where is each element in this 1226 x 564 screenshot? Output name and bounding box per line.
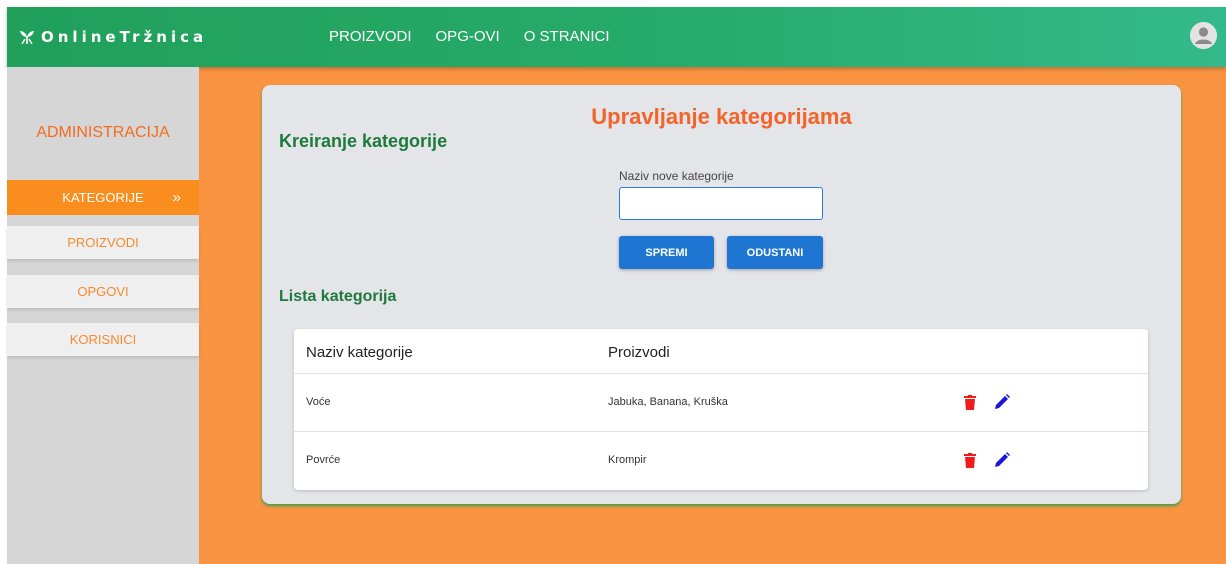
- column-header-name: Naziv kategorije: [306, 344, 413, 361]
- category-name-cell: Voće: [306, 396, 331, 408]
- user-avatar-icon: [1190, 22, 1217, 49]
- nav-item-proizvodi[interactable]: PROIZVODI: [329, 27, 412, 47]
- nav-item-o-stranici[interactable]: O STRANICI: [524, 27, 610, 47]
- chevron-double-right-icon: »: [172, 189, 181, 206]
- app-root: OnlineTržnica PROIZVODI OPG-OVI O STRANI…: [7, 7, 1226, 564]
- sidebar-item-label: OPGOVI: [77, 284, 129, 299]
- trash-icon[interactable]: [960, 392, 980, 412]
- list-section-title: Lista kategorija: [279, 288, 397, 305]
- nav-item-opg-ovi[interactable]: OPG-OVI: [436, 27, 500, 47]
- sidebar-item-label: KATEGORIJE: [62, 190, 144, 205]
- column-header-products: Proizvodi: [608, 344, 670, 361]
- category-name-input[interactable]: [619, 187, 823, 220]
- sidebar: ADMINISTRACIJA KATEGORIJE » PROIZVODI OP…: [7, 67, 199, 564]
- user-avatar[interactable]: [1190, 22, 1217, 49]
- sidebar-title: ADMINISTRACIJA: [36, 124, 170, 141]
- cancel-button[interactable]: ODUSTANI: [727, 236, 823, 269]
- sidebar-item-label: PROIZVODI: [67, 235, 139, 250]
- category-products-cell: Krompir: [608, 454, 647, 466]
- trash-icon[interactable]: [960, 450, 980, 470]
- category-name-cell: Povrće: [306, 454, 341, 466]
- table-header: Naziv kategorije Proizvodi: [294, 329, 1148, 374]
- sidebar-item-proizvodi[interactable]: PROIZVODI: [7, 226, 199, 259]
- sidebar-item-korisnici[interactable]: KORISNICI: [7, 323, 199, 356]
- category-table: Naziv kategorije Proizvodi Voće Jabuka, …: [294, 329, 1148, 490]
- save-button[interactable]: SPREMI: [619, 236, 714, 269]
- sprout-icon: [20, 31, 34, 44]
- category-management-card: Upravljanje kategorijama Kreiranje kateg…: [262, 85, 1181, 504]
- brand-logo[interactable]: OnlineTržnica: [19, 27, 207, 47]
- page-title: Upravljanje kategorijama: [591, 104, 852, 129]
- brand-name: OnlineTržnica: [41, 28, 208, 46]
- top-bar: OnlineTržnica PROIZVODI OPG-OVI O STRANI…: [7, 7, 1226, 67]
- table-row: Povrće Krompir: [294, 432, 1148, 490]
- category-name-label: Naziv nove kategorije: [619, 169, 734, 183]
- sidebar-item-kategorije[interactable]: KATEGORIJE »: [7, 180, 199, 215]
- pencil-icon[interactable]: [992, 450, 1012, 470]
- pencil-icon[interactable]: [992, 392, 1012, 412]
- create-section-title: Kreiranje kategorije: [279, 131, 448, 151]
- sidebar-item-label: KORISNICI: [69, 332, 137, 347]
- table-row: Voće Jabuka, Banana, Kruška: [294, 374, 1148, 432]
- category-products-cell: Jabuka, Banana, Kruška: [608, 396, 728, 408]
- main-nav: PROIZVODI OPG-OVI O STRANICI: [329, 27, 610, 47]
- sidebar-item-opgovi[interactable]: OPGOVI: [7, 275, 199, 308]
